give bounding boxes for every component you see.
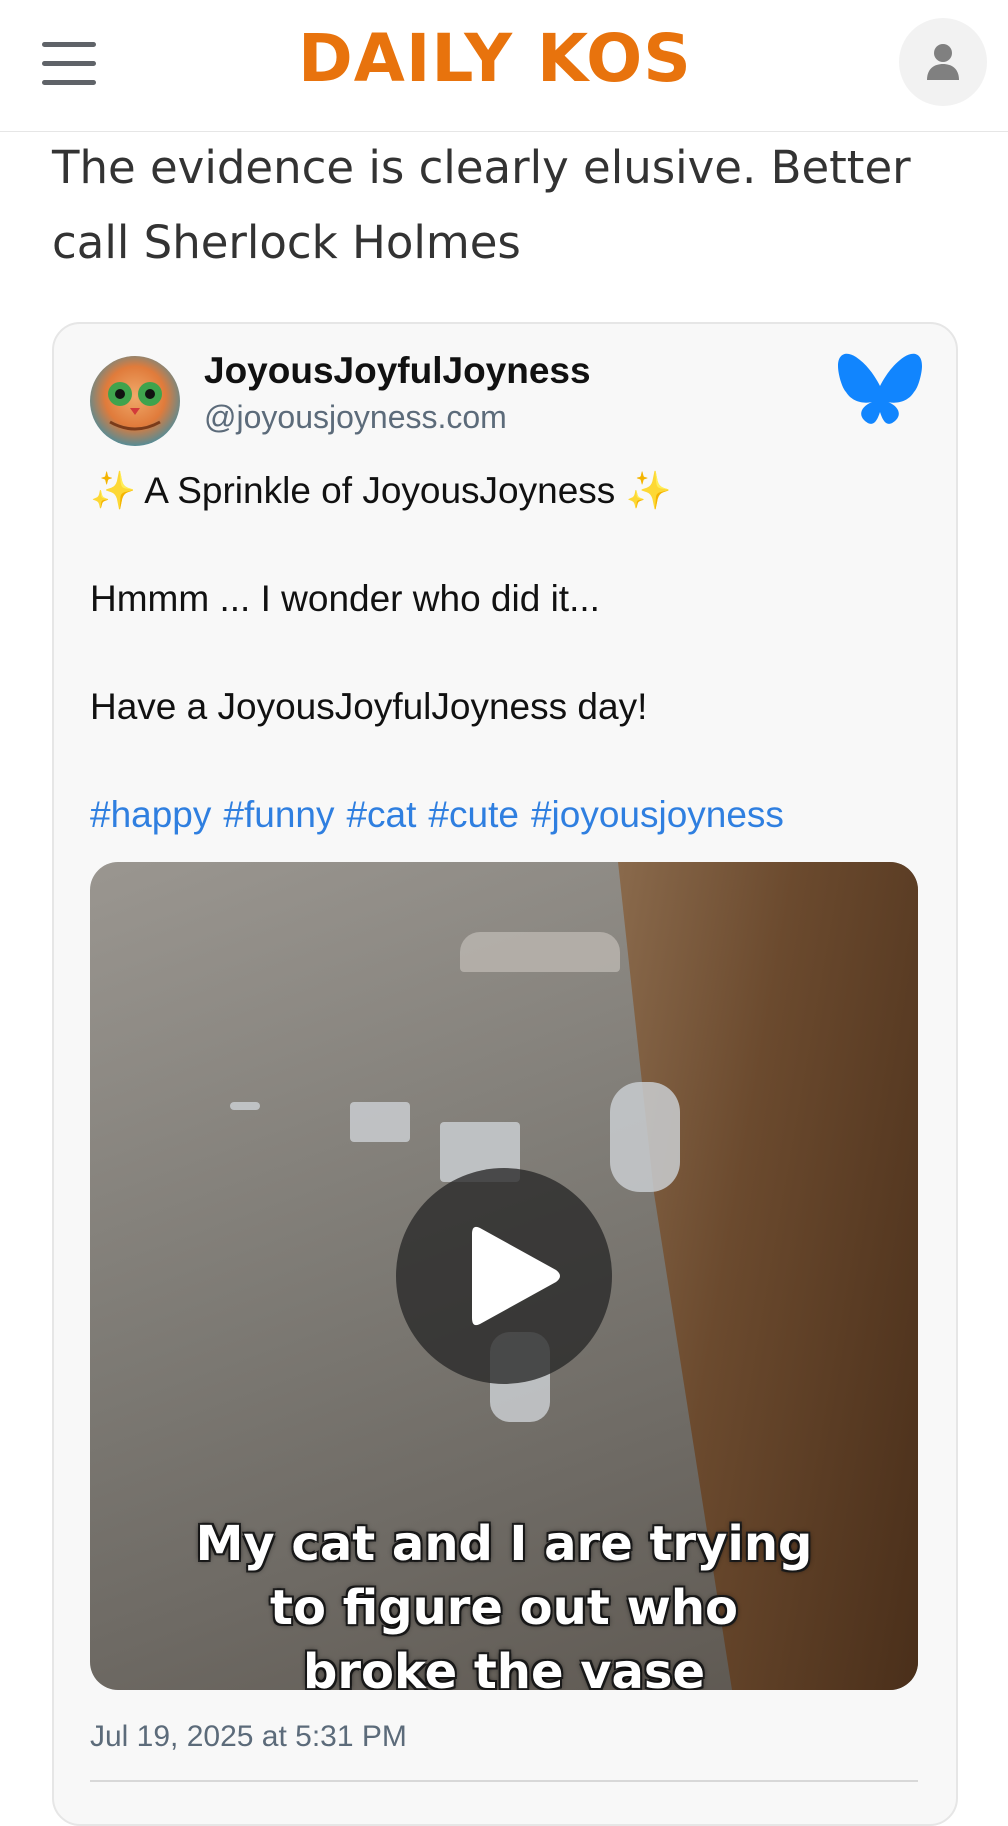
video-caption-line: My cat and I are trying [195, 1516, 813, 1572]
post-text: ✨ A Sprinkle of JoyousJoyness ✨ Hmmm ...… [90, 464, 930, 896]
site-header: DAILY KOS [0, 0, 1008, 132]
play-button[interactable] [396, 1168, 612, 1384]
video-thumbnail-shard [460, 932, 620, 972]
bluesky-butterfly-icon[interactable] [838, 352, 922, 428]
post-line-title: ✨ A Sprinkle of JoyousJoyness ✨ [90, 470, 672, 511]
hashtag-link[interactable]: #cute [428, 794, 519, 835]
menu-bar-bottom [42, 80, 96, 85]
video-thumbnail-shard [230, 1102, 260, 1110]
hashtag-link[interactable]: #joyousjoyness [531, 794, 784, 835]
site-logo[interactable]: DAILY KOS [298, 24, 708, 94]
menu-bar-middle [42, 61, 96, 66]
bluesky-embed-card[interactable]: JoyousJoyfulJoyness @joyousjoyness.com ✨… [52, 322, 958, 1826]
post-hashtags: #happy #funny #cat #cute #joyousjoyness [90, 788, 930, 842]
hashtag-link[interactable]: #cat [346, 794, 416, 835]
post-line-question: Hmmm ... I wonder who did it... [90, 578, 600, 619]
post-line-signoff: Have a JoyousJoyfulJoyness day! [90, 686, 648, 727]
cat-face-avatar-icon [108, 382, 162, 431]
video-thumbnail-shard [350, 1102, 410, 1142]
video-thumbnail-shard [610, 1082, 680, 1192]
author-handle[interactable]: @joyousjoyness.com [204, 399, 507, 436]
hashtag-link[interactable]: #happy [90, 794, 211, 835]
article-paragraph: The evidence is clearly elusive. Better … [52, 141, 911, 269]
menu-bar-top [42, 42, 96, 47]
hashtag-link[interactable]: #funny [223, 794, 334, 835]
play-icon [472, 1226, 560, 1326]
post-timestamp[interactable]: Jul 19, 2025 at 5:31 PM [90, 1720, 407, 1754]
video-caption-line: broke the vase [302, 1644, 706, 1690]
video-caption: My cat and I are trying to figure out wh… [90, 1512, 918, 1690]
user-account-icon [927, 44, 959, 80]
hamburger-menu-icon[interactable] [42, 42, 96, 86]
video-caption-line: to figure out who [270, 1580, 738, 1636]
account-button[interactable] [899, 18, 987, 106]
video-player[interactable]: My cat and I are trying to figure out wh… [90, 862, 918, 1690]
author-avatar[interactable] [90, 356, 180, 446]
author-display-name[interactable]: JoyousJoyfulJoyness [204, 350, 591, 392]
